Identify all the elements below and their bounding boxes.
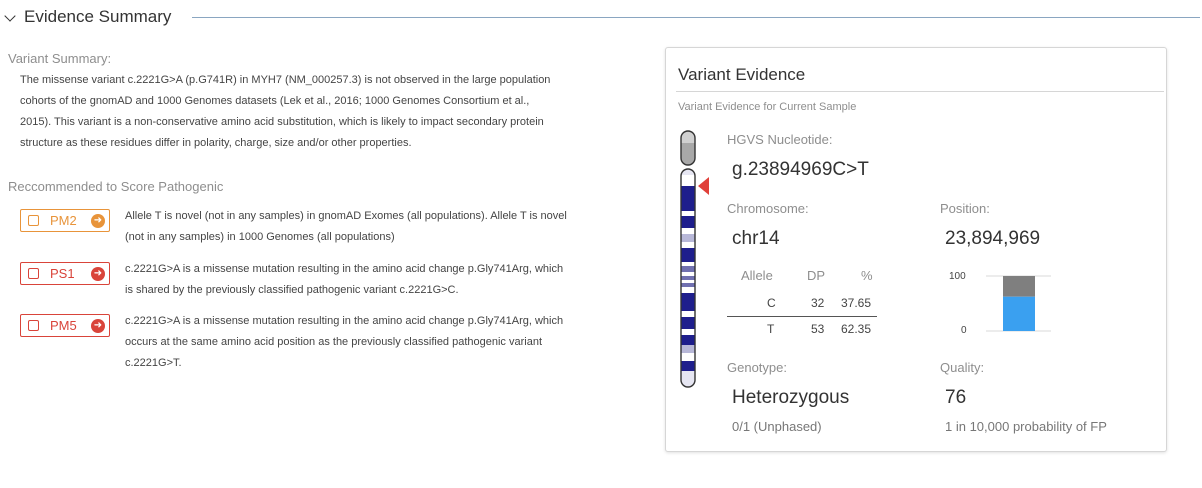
summary-line: 2015). This variant is a non-conservativ… [20, 116, 544, 128]
genotype-phase: 0/1 (Unphased) [732, 419, 822, 434]
criteria-line: (not in any samples) in 1000 Genomes (al… [125, 231, 395, 243]
allele-cell: C [767, 296, 776, 310]
criteria-button-pm2[interactable]: PM2 ➜ [20, 209, 110, 232]
dp-cell: 53 [811, 322, 825, 336]
evidence-summary-header[interactable]: Evidence Summary [0, 0, 1202, 36]
criteria-description: c.2221G>A is a missense mutation resulti… [125, 259, 620, 301]
summary-line: structure as these residues differ in po… [20, 137, 412, 149]
arrow-right-circle-icon[interactable]: ➜ [91, 267, 105, 281]
position-label: Position: [940, 201, 990, 216]
chromosome-label: Chromosome: [727, 201, 809, 216]
hgvs-label: HGVS Nucleotide: [727, 132, 833, 147]
card-subtitle: Variant Evidence for Current Sample [678, 101, 857, 113]
card-title: Variant Evidence [678, 65, 806, 84]
genotype-value: Heterozygous [732, 387, 850, 408]
criteria-code: PM5 [50, 318, 77, 333]
quality-probability: 1 in 10,000 probability of FP [945, 419, 1107, 434]
variant-summary-text: The missense variant c.2221G>A (p.G741R)… [20, 70, 620, 154]
criteria-code: PS1 [50, 266, 75, 281]
checkbox-icon[interactable] [28, 215, 39, 226]
variant-evidence-card: Variant Evidence Variant Evidence for Cu… [665, 47, 1167, 452]
quality-label: Quality: [940, 360, 985, 375]
ref-allele-bar [1003, 276, 1035, 297]
summary-line: The missense variant c.2221G>A (p.G741R)… [20, 74, 551, 86]
criteria-line: Allele T is novel (not in any samples) i… [125, 210, 567, 222]
alt-allele-bar [1003, 296, 1035, 331]
criteria-description: Allele T is novel (not in any samples) i… [125, 206, 620, 248]
arrow-right-circle-icon[interactable]: ➜ [91, 214, 105, 228]
criteria-line: occurs at the same amino acid position a… [125, 336, 543, 348]
criteria-button-ps1[interactable]: PS1 ➜ [20, 262, 110, 285]
allele-fraction-chart: 100 0 [949, 271, 1051, 336]
quality-value: 76 [945, 387, 967, 408]
summary-line: cohorts of the gnomAD and 1000 Genomes d… [20, 95, 530, 107]
column-header: Allele [741, 268, 773, 283]
chromosome-ideogram [680, 130, 696, 388]
criteria-button-pm5[interactable]: PM5 ➜ [20, 314, 110, 337]
criteria-code: PM2 [50, 213, 77, 228]
genotype-label: Genotype: [727, 360, 787, 375]
position-value: 23,894,969 [945, 228, 1041, 249]
dp-cell: 32 [811, 296, 825, 310]
checkbox-icon[interactable] [28, 320, 39, 331]
column-header: % [861, 268, 873, 283]
criteria-line: c.2221G>A is a missense mutation resulti… [125, 263, 564, 275]
criteria-line: is shared by the previously classified p… [125, 284, 459, 296]
y-axis-min-label: 0 [961, 325, 967, 336]
checkbox-icon[interactable] [28, 268, 39, 279]
chromosome-value: chr14 [732, 228, 780, 249]
recommended-label: Reccommended to Score Pathogenic [8, 179, 224, 194]
position-marker-icon [698, 177, 709, 195]
criteria-line: c.2221G>A is a missense mutation resulti… [125, 315, 564, 327]
allele-cell: T [767, 322, 775, 336]
column-header: DP [807, 268, 826, 283]
table-divider [727, 316, 877, 317]
variant-summary-label: Variant Summary: [8, 51, 112, 66]
card-divider [676, 91, 1164, 92]
pct-cell: 37.65 [841, 296, 872, 310]
arrow-right-circle-icon[interactable]: ➜ [91, 319, 105, 333]
pct-cell: 62.35 [841, 322, 872, 336]
hgvs-value: g.23894969C>T [732, 159, 869, 180]
chevron-down-icon[interactable] [4, 10, 16, 22]
y-axis-max-label: 100 [949, 271, 966, 282]
section-title: Evidence Summary [24, 7, 172, 26]
header-divider [192, 17, 1200, 18]
criteria-description: c.2221G>A is a missense mutation resulti… [125, 311, 620, 374]
criteria-line: c.2221G>T. [125, 357, 182, 369]
